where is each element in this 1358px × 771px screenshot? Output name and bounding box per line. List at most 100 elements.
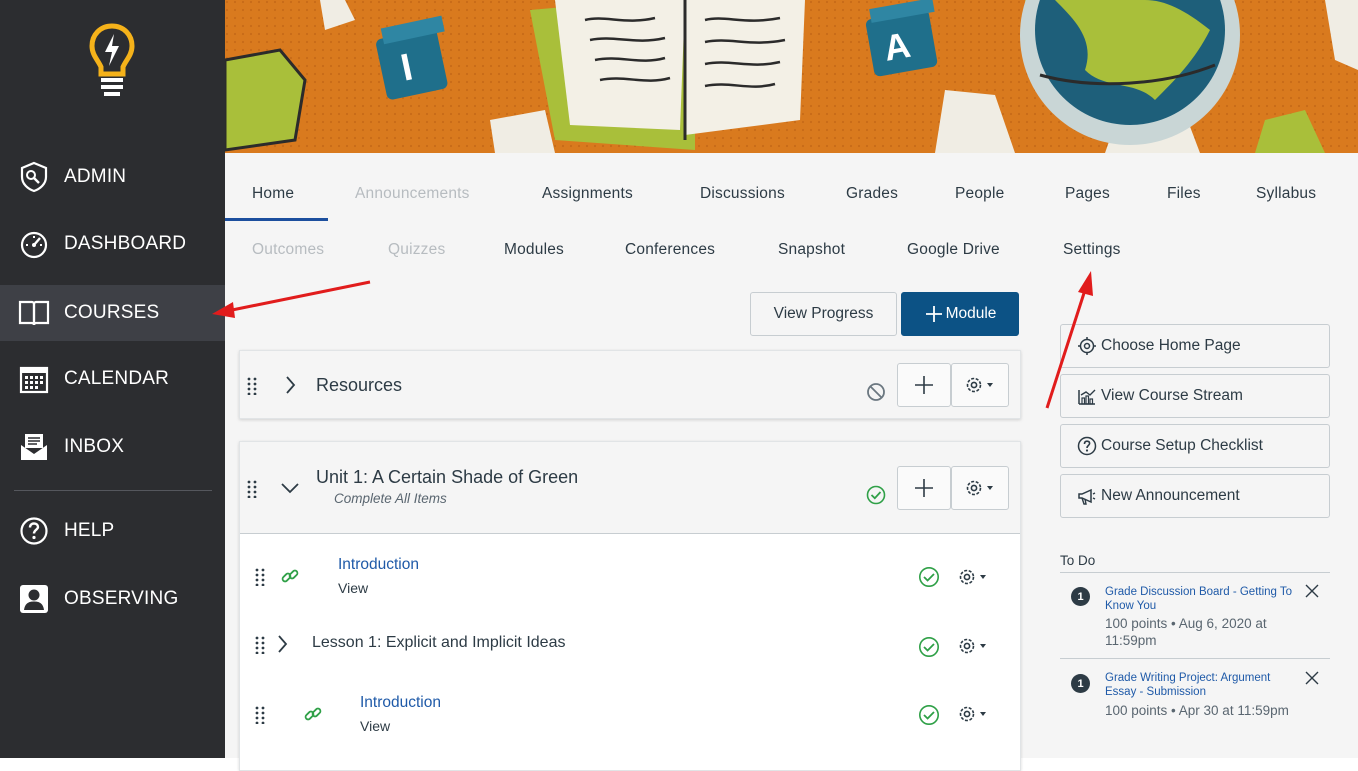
nav-courses[interactable]: COURSES [0, 285, 225, 341]
published-check-icon[interactable] [918, 636, 940, 658]
module-resources: Resources [239, 350, 1021, 419]
course-setup-checklist-button[interactable]: Course Setup Checklist [1060, 424, 1330, 468]
tab-grades[interactable]: Grades [846, 185, 898, 203]
gear-icon [966, 480, 993, 496]
drag-handle-icon[interactable] [247, 480, 257, 498]
tab-google-drive[interactable]: Google Drive [907, 241, 1000, 259]
module-title: Resources [316, 375, 403, 395]
item-settings-icon[interactable] [958, 567, 990, 587]
drag-handle-icon[interactable] [247, 377, 257, 395]
nav-calendar-label: CALENDAR [64, 368, 170, 389]
tab-home[interactable]: Home [252, 185, 294, 203]
todo-item-meta: 100 points • Apr 30 at 11:59pm [1105, 703, 1289, 718]
module-unit-1: Unit 1: A Certain Shade of Green Complet… [239, 441, 1021, 771]
gear-icon [966, 377, 993, 393]
drag-handle-icon[interactable] [255, 568, 265, 586]
module-settings-button[interactable] [951, 363, 1009, 407]
close-icon[interactable] [1304, 670, 1320, 686]
drag-handle-icon[interactable] [255, 636, 265, 654]
module-item-requirement: View [360, 718, 391, 734]
megaphone-icon [1077, 486, 1097, 506]
nav-admin-label: ADMIN [64, 166, 127, 187]
published-check-icon[interactable] [866, 485, 886, 505]
book-icon [18, 297, 50, 329]
course-banner-image: I A [225, 0, 1358, 153]
item-settings-icon[interactable] [958, 636, 990, 656]
view-progress-label: View Progress [773, 305, 874, 322]
module-item-requirement: View [338, 580, 369, 596]
tab-syllabus[interactable]: Syllabus [1256, 185, 1316, 203]
choose-home-page-button[interactable]: Choose Home Page [1060, 324, 1330, 368]
tab-assignments[interactable]: Assignments [542, 185, 633, 203]
tab-people[interactable]: People [955, 185, 1004, 203]
plus-icon [915, 376, 933, 394]
module-settings-button[interactable] [951, 466, 1009, 510]
todo-item-title[interactable]: Grade Discussion Board - Getting To Know… [1105, 585, 1300, 613]
tab-snapshot[interactable]: Snapshot [778, 241, 845, 259]
tab-settings[interactable]: Settings [1063, 241, 1121, 259]
module-header[interactable]: Resources [240, 351, 1020, 418]
module-item-row[interactable]: Introduction View [240, 535, 1020, 607]
nav-dashboard-label: DASHBOARD [64, 233, 187, 254]
link-icon [281, 569, 299, 583]
nav-inbox[interactable]: INBOX [0, 419, 225, 475]
lightbulb-logo-icon[interactable] [88, 22, 136, 98]
unpublished-icon[interactable] [866, 382, 886, 402]
todo-heading: To Do [1060, 553, 1096, 568]
nav-observing[interactable]: OBSERVING [0, 571, 225, 627]
nav-divider [14, 490, 212, 491]
nav-help[interactable]: HELP [0, 503, 225, 559]
plus-icon [925, 306, 942, 322]
tab-discussions[interactable]: Discussions [700, 185, 785, 203]
choose-home-page-label: Choose Home Page [1101, 337, 1241, 354]
todo-count-badge: 1 [1071, 587, 1090, 606]
nav-admin[interactable]: ADMIN [0, 149, 225, 205]
tab-modules[interactable]: Modules [504, 241, 564, 259]
module-header[interactable]: Unit 1: A Certain Shade of Green Complet… [240, 442, 1020, 534]
chevron-right-icon[interactable] [276, 634, 288, 654]
tab-outcomes[interactable]: Outcomes [252, 241, 324, 259]
user-icon [18, 583, 50, 615]
add-module-button[interactable]: Module [901, 292, 1019, 336]
close-icon[interactable] [1304, 583, 1320, 599]
shield-icon [18, 161, 50, 193]
active-tab-indicator [225, 218, 328, 221]
nav-inbox-label: INBOX [64, 436, 125, 457]
module-title: Unit 1: A Certain Shade of Green [316, 467, 579, 487]
tab-pages[interactable]: Pages [1065, 185, 1110, 203]
nav-dashboard[interactable]: DASHBOARD [0, 216, 225, 272]
todo-item-title[interactable]: Grade Writing Project: Argument Essay - … [1105, 671, 1300, 699]
nav-calendar[interactable]: CALENDAR [0, 351, 225, 407]
published-check-icon[interactable] [918, 704, 940, 726]
help-icon [18, 515, 50, 547]
course-content-area: Home Announcements Assignments Discussio… [225, 153, 1358, 771]
view-progress-button[interactable]: View Progress [750, 292, 897, 336]
tab-quizzes[interactable]: Quizzes [388, 241, 445, 259]
chevron-right-icon[interactable] [284, 375, 296, 395]
dashboard-icon [18, 228, 50, 260]
calendar-icon [18, 363, 50, 395]
drag-handle-icon[interactable] [255, 706, 265, 724]
module-subheader-row[interactable]: Lesson 1: Explicit and Implicit Ideas [240, 610, 1020, 676]
view-course-stream-button[interactable]: View Course Stream [1060, 374, 1330, 418]
new-announcement-button[interactable]: New Announcement [1060, 474, 1330, 518]
tab-announcements[interactable]: Announcements [355, 185, 470, 203]
module-item-title[interactable]: Introduction [360, 694, 441, 712]
tab-conferences[interactable]: Conferences [625, 241, 715, 259]
subheader-title: Lesson 1: Explicit and Implicit Ideas [312, 634, 566, 651]
todo-divider [1060, 572, 1330, 573]
module-item-title[interactable]: Introduction [338, 556, 419, 574]
todo-item-meta: 100 points • Aug 6, 2020 at 11:59pm [1105, 616, 1267, 648]
published-check-icon[interactable] [918, 566, 940, 588]
tab-files[interactable]: Files [1167, 185, 1201, 203]
module-item-row[interactable]: Introduction View [240, 678, 1020, 758]
chevron-down-icon[interactable] [280, 482, 300, 494]
nav-help-label: HELP [64, 520, 115, 541]
plus-icon [915, 479, 933, 497]
add-item-button[interactable] [897, 363, 951, 407]
target-icon [1077, 336, 1097, 356]
item-settings-icon[interactable] [958, 704, 990, 724]
add-item-button[interactable] [897, 466, 951, 510]
nav-observing-label: OBSERVING [64, 588, 179, 609]
link-icon [304, 707, 322, 721]
